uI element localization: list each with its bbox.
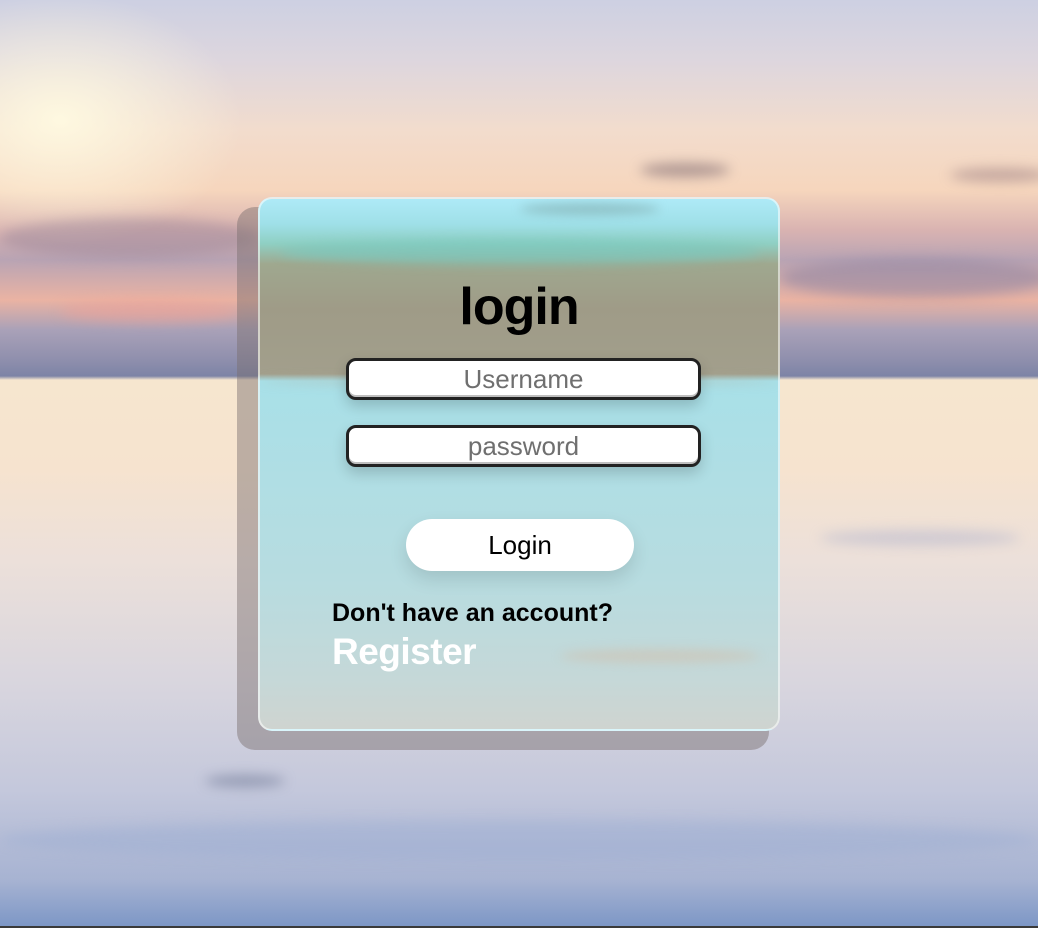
login-card: login Login Don't have an account? Regis… bbox=[258, 197, 780, 731]
login-button[interactable]: Login bbox=[406, 519, 634, 571]
username-input[interactable] bbox=[346, 358, 701, 400]
page-title: login bbox=[459, 278, 579, 336]
register-link[interactable]: Register bbox=[332, 631, 477, 673]
password-input[interactable] bbox=[346, 425, 701, 467]
register-prompt: Don't have an account? bbox=[332, 599, 613, 627]
